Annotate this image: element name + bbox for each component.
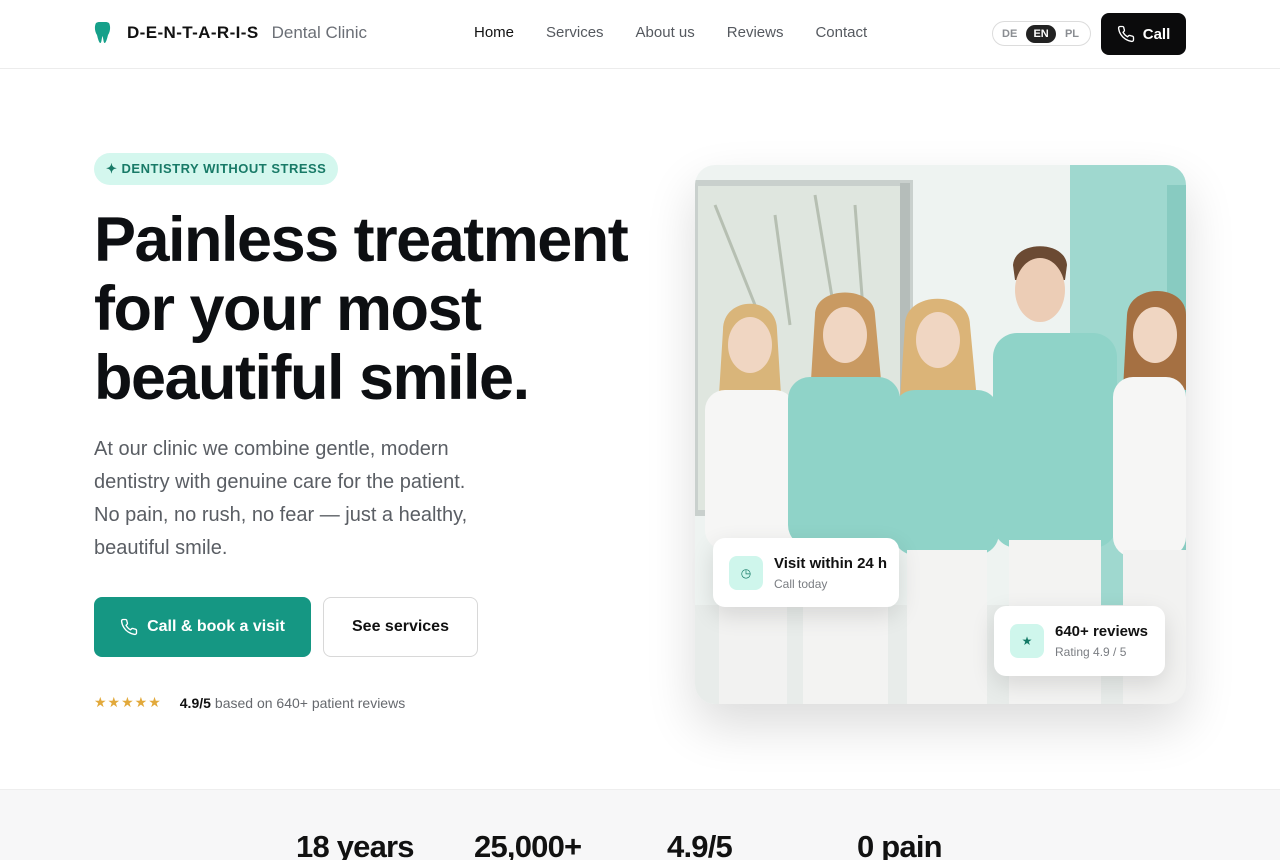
- stat-rating: 4.9/5: [667, 829, 733, 860]
- brand-subtitle: Dental Clinic: [271, 23, 368, 42]
- rating-value: 4.9/5: [179, 694, 211, 711]
- clock-icon: ◷: [729, 555, 763, 590]
- hero-tag: ✦ DENTISTRY WITHOUT STRESS: [94, 153, 339, 185]
- visit-card-title: Visit within 24 h: [774, 554, 888, 572]
- hero-lead: At our clinic we combine gentle, modern …: [94, 438, 468, 559]
- hero-rating: ★★★★★ 4.9/5 based on 640+ patient review…: [94, 694, 405, 711]
- stat-pain: 0 pain: [857, 829, 943, 860]
- phone-icon: [120, 618, 138, 636]
- stat-patients: 25,000+: [474, 829, 582, 860]
- nav-home[interactable]: Home: [474, 24, 514, 41]
- brand-name: D-E-N-T-A-R-I-S: [127, 23, 259, 42]
- reviews-card: ★ 640+ reviews Rating 4.9 / 5: [994, 606, 1165, 676]
- star-rating-icon: ★★★★★: [94, 694, 162, 710]
- call-book-label: Call & book a visit: [147, 618, 285, 635]
- lang-en[interactable]: EN: [1026, 24, 1056, 43]
- tooth-icon: [94, 22, 111, 43]
- lang-pl[interactable]: PL: [1065, 28, 1079, 40]
- reviews-card-sub: Rating 4.9 / 5: [1055, 645, 1127, 659]
- reviews-card-title: 640+ reviews: [1055, 623, 1148, 640]
- nav-contact[interactable]: Contact: [815, 24, 867, 41]
- site-header: D-E-N-T-A-R-I-S Dental Clinic Home Servi…: [0, 0, 1280, 69]
- hero-headline: Painless treatment for your most beautif…: [94, 205, 629, 413]
- visit-card: ◷ Visit within 24 h Call today: [713, 538, 899, 607]
- brand-logo[interactable]: D-E-N-T-A-R-I-S Dental Clinic: [94, 22, 367, 44]
- stat-years: 18 years: [296, 829, 415, 860]
- nav-services[interactable]: Services: [546, 24, 604, 41]
- nav-reviews[interactable]: Reviews: [727, 24, 784, 41]
- rating-text: based on 640+ patient reviews: [214, 694, 406, 711]
- nav-about[interactable]: About us: [636, 24, 695, 41]
- language-switcher: DE EN PL: [992, 21, 1091, 46]
- see-services-button[interactable]: See services: [323, 597, 478, 657]
- phone-icon: [1117, 25, 1134, 43]
- star-icon: ★: [1010, 624, 1044, 658]
- visit-card-sub: Call today: [774, 576, 828, 591]
- call-book-button[interactable]: Call & book a visit: [94, 597, 311, 657]
- call-label: Call: [1142, 25, 1171, 43]
- lang-de[interactable]: DE: [1002, 28, 1017, 40]
- header-call-button[interactable]: Call: [1101, 13, 1186, 55]
- main-nav: Home Services About us Reviews Contact: [474, 24, 867, 41]
- stats-strip: 18 years 25,000+ 4.9/5 0 pain: [0, 789, 1280, 860]
